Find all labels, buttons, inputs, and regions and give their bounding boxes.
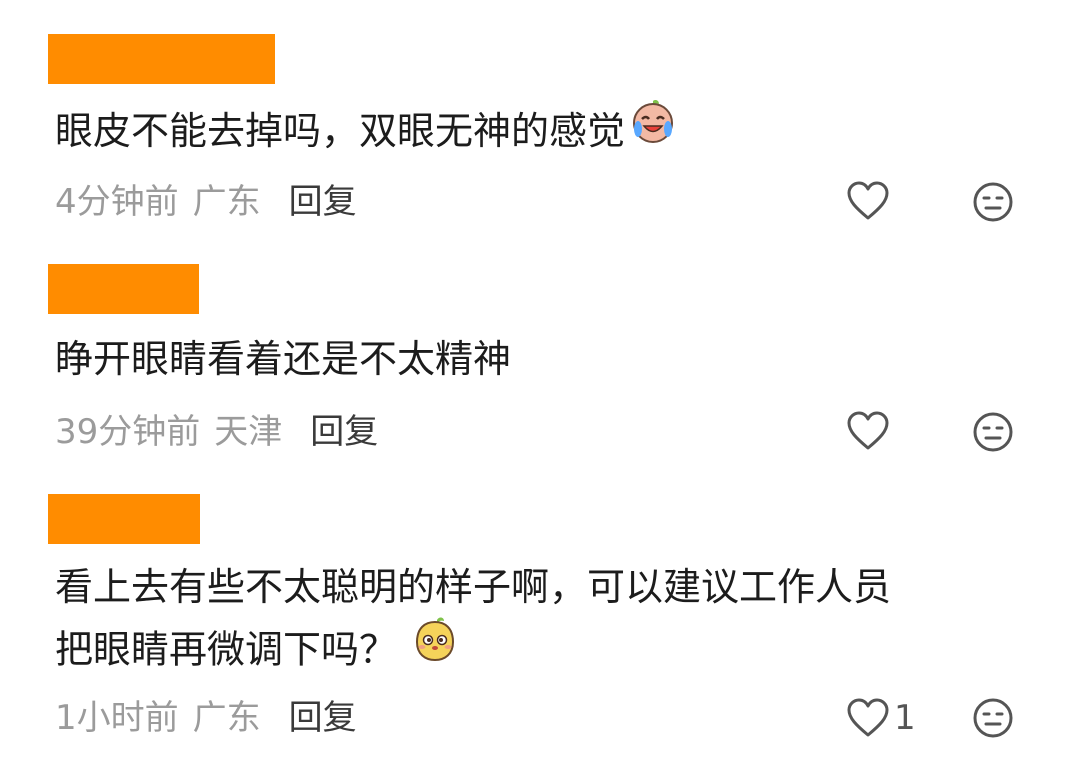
comment-text-line1: 看上去有些不太聪明的样子啊，可以建议工作人员: [55, 565, 892, 609]
comment-region: 广东: [192, 698, 261, 738]
comment-text: 睁开眼睛看着还是不太精神: [55, 328, 511, 390]
like-button[interactable]: [846, 410, 890, 452]
comment-text-content: 睁开眼睛看着还是不太精神: [55, 337, 512, 381]
comment-region: 广东: [192, 182, 261, 222]
meh-face-icon: [973, 412, 1013, 452]
like-count: 1: [894, 698, 916, 738]
heart-outline-icon: [847, 698, 889, 737]
comment-text: 看上去有些不太聪明的样子啊，可以建议工作人员: [55, 556, 891, 618]
dislike-button[interactable]: [972, 411, 1014, 457]
comment-meta: 39分钟前 天津 回复: [55, 408, 378, 456]
comment-time: 39分钟前: [55, 412, 201, 452]
comment-region: 天津: [214, 412, 283, 452]
comment-text: 眼皮不能去掉吗，双眼无神的感觉: [55, 97, 677, 167]
meh-face-icon: [973, 698, 1013, 738]
username-redacted[interactable]: [48, 494, 200, 544]
comment-text-line2: 把眼睛再微调下吗？: [55, 627, 398, 672]
comment-text-content: 眼皮不能去掉吗，双眼无神的感觉: [55, 109, 626, 153]
dislike-button[interactable]: [972, 697, 1014, 743]
heart-outline-icon: [847, 181, 889, 220]
silly-face-emoji-icon: [411, 614, 459, 682]
heart-outline-icon: [847, 411, 889, 450]
like-button[interactable]: 1: [846, 696, 916, 740]
meh-face-icon: [973, 182, 1013, 222]
crying-laughing-emoji-icon: [629, 97, 677, 163]
comment-time: 1小时前: [55, 698, 179, 738]
like-button[interactable]: [846, 180, 890, 222]
username-redacted[interactable]: [48, 34, 275, 84]
reply-button[interactable]: 回复: [310, 412, 378, 452]
comment-meta: 1小时前 广东 回复: [55, 694, 357, 742]
username-redacted[interactable]: [48, 264, 199, 314]
comment-time: 4分钟前: [55, 182, 179, 222]
reply-button[interactable]: 回复: [289, 182, 357, 222]
dislike-button[interactable]: [972, 181, 1014, 227]
reply-button[interactable]: 回复: [289, 698, 357, 738]
comment-text: 把眼睛再微调下吗？: [55, 617, 459, 686]
comment-meta: 4分钟前 广东 回复: [55, 178, 357, 226]
